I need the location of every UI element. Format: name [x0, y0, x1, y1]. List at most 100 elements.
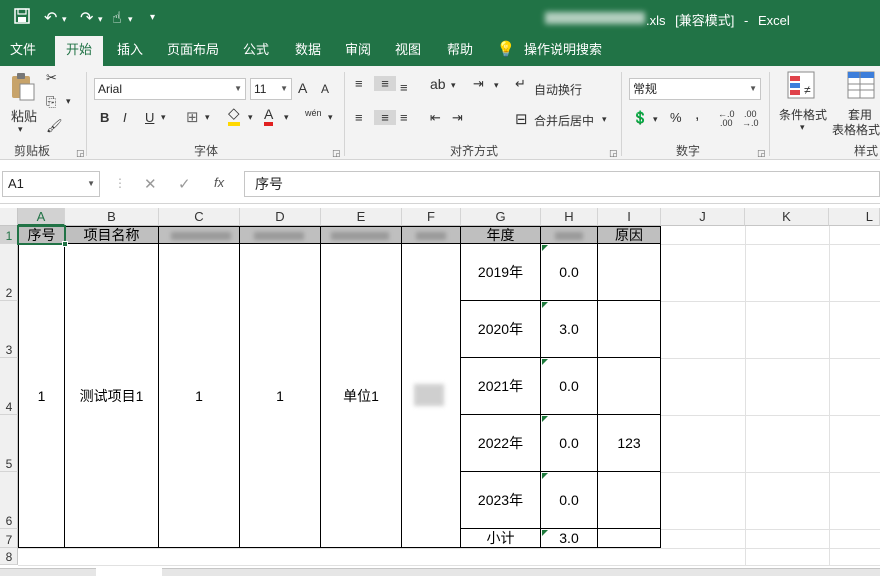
horizontal-scrollbar[interactable]: [162, 568, 880, 576]
cell-year[interactable]: 2019年: [461, 244, 541, 301]
customize-quick-access-icon[interactable]: ▾: [150, 12, 155, 23]
column-header-c[interactable]: C: [159, 208, 240, 226]
name-box-dropdown-icon[interactable]: ▼: [87, 172, 95, 196]
header-cell-index[interactable]: 序号: [19, 227, 65, 244]
align-center-icon[interactable]: ≡: [374, 110, 396, 125]
text-direction-dropdown-icon[interactable]: ▾: [494, 80, 499, 91]
cell-value[interactable]: 0.0: [541, 472, 598, 529]
cell-value[interactable]: 0.0: [541, 415, 598, 472]
cell-subtotal-value[interactable]: 3.0: [541, 529, 598, 548]
conditional-formatting-dropdown-icon[interactable]: ▾: [800, 122, 805, 133]
comma-style-button[interactable]: ,: [695, 106, 699, 124]
copy-dropdown-icon[interactable]: ▾: [66, 96, 71, 107]
cell-year[interactable]: 2022年: [461, 415, 541, 472]
merge-center-button[interactable]: 合并后居中: [534, 112, 594, 129]
wrap-text-icon[interactable]: ↵: [515, 76, 526, 92]
header-cell-h[interactable]: [541, 227, 598, 244]
select-all-button[interactable]: [0, 208, 18, 226]
save-icon[interactable]: [14, 8, 30, 29]
header-cell-c[interactable]: [159, 227, 240, 244]
name-box[interactable]: A1 ▼: [2, 171, 100, 197]
header-cell-d[interactable]: [240, 227, 321, 244]
accounting-format-icon[interactable]: 💲: [632, 110, 648, 126]
cell-value[interactable]: 0.0: [541, 244, 598, 301]
merge-dropdown-icon[interactable]: ▾: [602, 114, 607, 125]
borders-icon[interactable]: ⊞: [186, 108, 199, 126]
italic-button[interactable]: I: [123, 110, 127, 125]
cell-year[interactable]: 2020年: [461, 301, 541, 358]
cell-project-name[interactable]: 测试项目1: [65, 244, 159, 548]
cell-reason[interactable]: [598, 358, 661, 415]
bold-button[interactable]: B: [100, 110, 109, 125]
number-launcher-icon[interactable]: ◲: [757, 148, 766, 159]
number-format-combo[interactable]: 常规 ▼: [629, 78, 761, 100]
column-header-k[interactable]: K: [745, 208, 829, 226]
row-header-7[interactable]: 7: [0, 529, 18, 548]
underline-button[interactable]: U: [145, 110, 154, 125]
redo-dropdown-icon[interactable]: ▾: [98, 14, 103, 25]
format-painter-icon[interactable]: 🖌: [46, 118, 63, 134]
redo-icon[interactable]: ↷: [80, 8, 93, 28]
merge-center-icon[interactable]: ⊟: [515, 110, 528, 128]
cell-subtotal-reason[interactable]: [598, 529, 661, 548]
header-cell-year[interactable]: 年度: [461, 227, 541, 244]
tab-home[interactable]: 开始: [55, 36, 103, 66]
tab-help[interactable]: 帮助: [438, 36, 482, 66]
accounting-dropdown-icon[interactable]: ▾: [653, 114, 658, 125]
column-header-f[interactable]: F: [402, 208, 461, 226]
header-cell-e[interactable]: [321, 227, 402, 244]
touch-mode-icon[interactable]: ☝: [112, 8, 122, 28]
paste-dropdown-icon[interactable]: ▾: [18, 124, 23, 135]
row-header-6[interactable]: 6: [0, 472, 18, 529]
tab-page-layout[interactable]: 页面布局: [160, 36, 226, 66]
borders-dropdown-icon[interactable]: ▾: [205, 112, 210, 123]
cell-year[interactable]: 2023年: [461, 472, 541, 529]
header-cell-project-name[interactable]: 项目名称: [65, 227, 159, 244]
font-color-icon[interactable]: A: [264, 106, 274, 126]
tab-insert[interactable]: 插入: [108, 36, 152, 66]
insert-function-icon[interactable]: fx: [214, 175, 224, 190]
worksheet[interactable]: A B C D E F G H I J K L 1 2 3 4 5 6 7 8 …: [0, 208, 880, 576]
decrease-decimal-icon[interactable]: .00 →.0: [742, 110, 759, 128]
tab-formulas[interactable]: 公式: [234, 36, 278, 66]
fill-color-dropdown-icon[interactable]: ▾: [248, 112, 253, 123]
column-header-a[interactable]: A: [18, 208, 65, 226]
format-as-table-icon[interactable]: [846, 70, 876, 103]
column-header-g[interactable]: G: [461, 208, 541, 226]
row-header-4[interactable]: 4: [0, 358, 18, 415]
grow-font-button[interactable]: A: [298, 80, 307, 96]
column-header-d[interactable]: D: [240, 208, 321, 226]
fill-handle[interactable]: [62, 241, 68, 247]
tell-me-search[interactable]: 操作说明搜索: [524, 36, 604, 66]
column-header-l[interactable]: L: [829, 208, 880, 226]
cut-icon[interactable]: ✂: [46, 70, 57, 86]
clipboard-launcher-icon[interactable]: ◲: [76, 148, 85, 159]
shrink-font-button[interactable]: A: [321, 82, 329, 96]
header-cell-f[interactable]: [402, 227, 461, 244]
increase-indent-icon[interactable]: ⇥: [452, 110, 463, 126]
cell-c[interactable]: 1: [159, 244, 240, 548]
row-header-1[interactable]: 1: [0, 226, 18, 244]
align-right-icon[interactable]: ≡: [400, 110, 408, 125]
decrease-indent-icon[interactable]: ⇤: [430, 110, 441, 126]
row-header-5[interactable]: 5: [0, 415, 18, 472]
text-direction-icon[interactable]: ⇥: [473, 76, 484, 92]
font-name-dropdown-icon[interactable]: ▼: [234, 79, 242, 99]
cell-unit[interactable]: 单位1: [321, 244, 402, 548]
font-size-dropdown-icon[interactable]: ▼: [280, 79, 288, 99]
middle-align-icon[interactable]: ≡: [374, 76, 396, 91]
cell-value[interactable]: 3.0: [541, 301, 598, 358]
row-header-8[interactable]: 8: [0, 548, 18, 565]
wrap-text-button[interactable]: 自动换行: [534, 81, 582, 98]
orientation-dropdown-icon[interactable]: ▾: [451, 80, 456, 91]
underline-dropdown-icon[interactable]: ▾: [161, 112, 166, 123]
tab-view[interactable]: 视图: [386, 36, 430, 66]
tab-review[interactable]: 审阅: [336, 36, 380, 66]
header-cell-reason[interactable]: 原因: [598, 227, 661, 244]
column-header-i[interactable]: I: [598, 208, 661, 226]
cell-reason[interactable]: [598, 301, 661, 358]
column-header-e[interactable]: E: [321, 208, 402, 226]
cell-f[interactable]: [402, 244, 461, 548]
number-format-dropdown-icon[interactable]: ▼: [749, 79, 757, 99]
enter-icon[interactable]: ✓: [178, 175, 191, 193]
